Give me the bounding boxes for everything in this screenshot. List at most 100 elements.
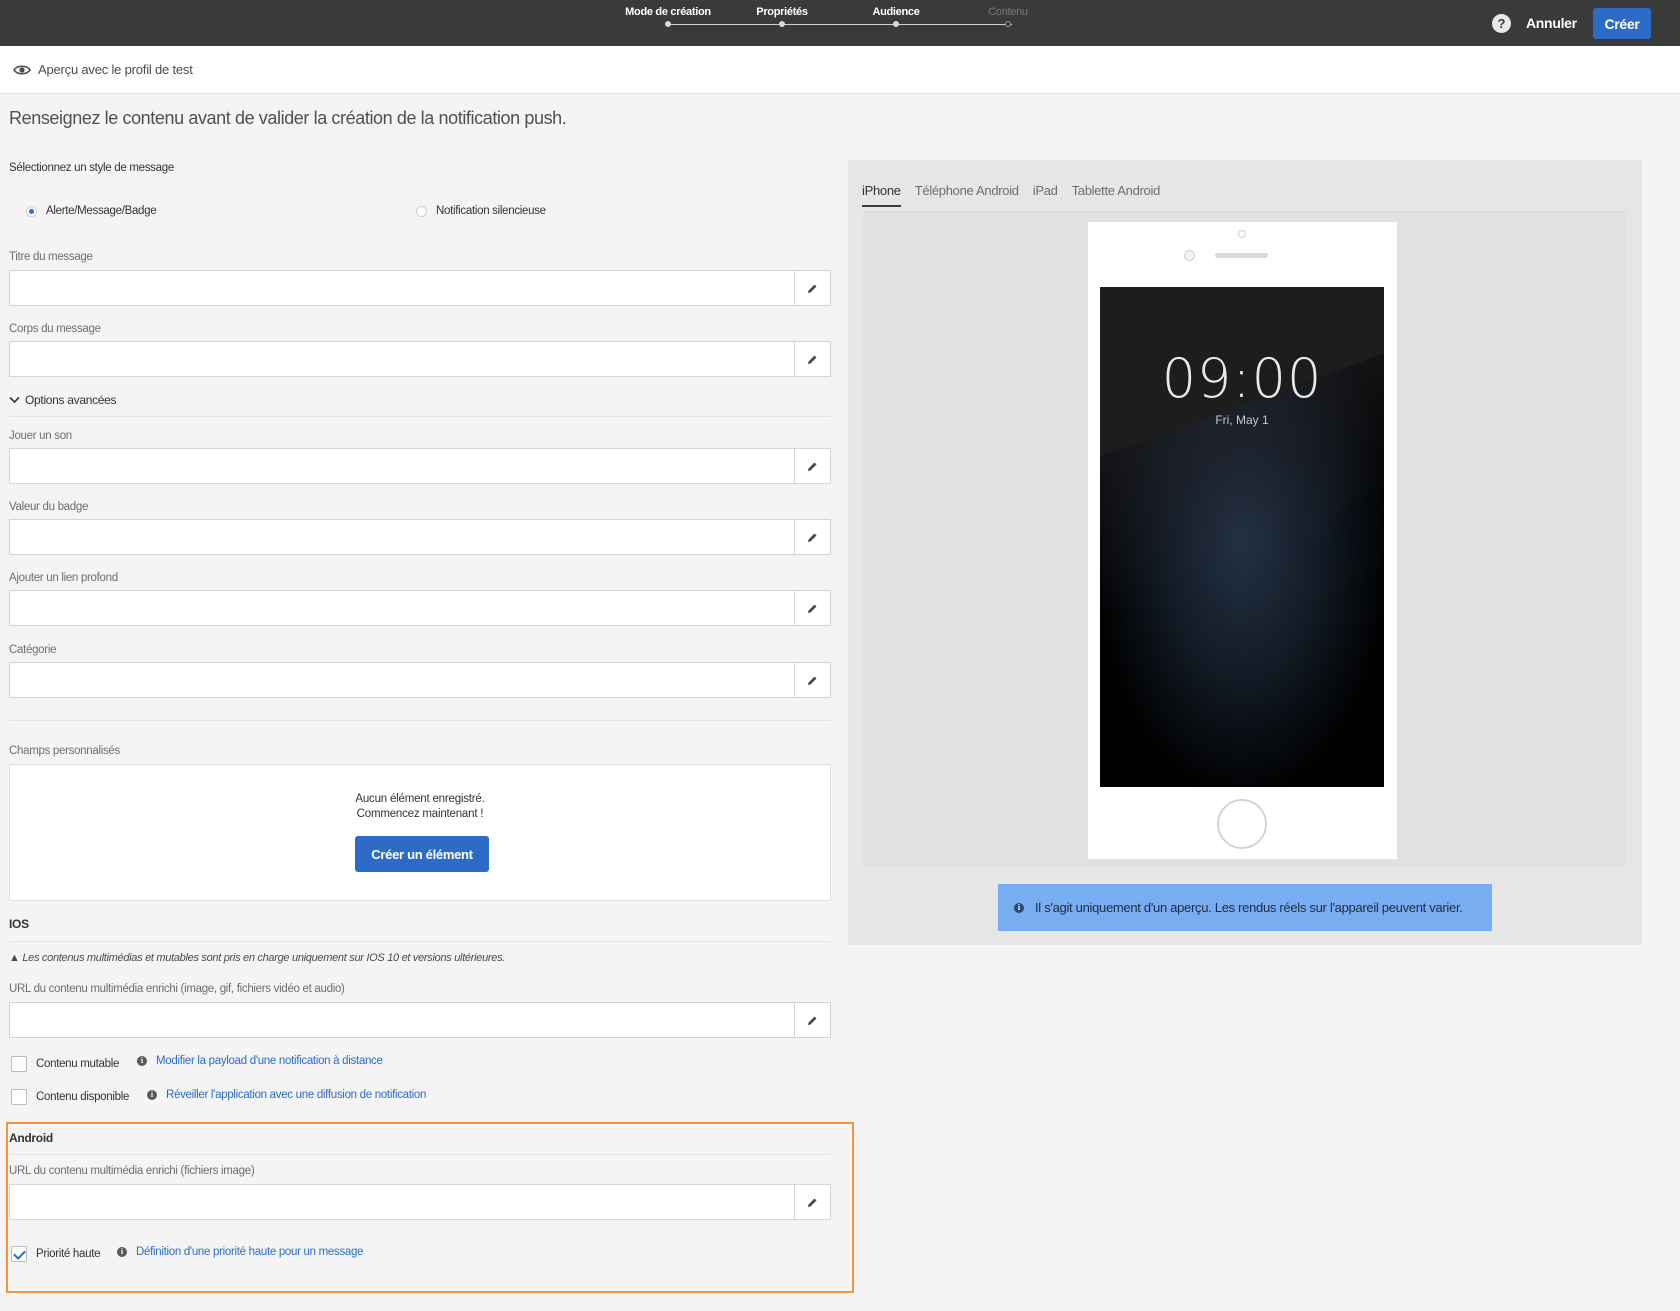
device-stage: 09:00 Fri, May 1 [863,211,1627,866]
mutable-content-link[interactable]: Modifier la payload d'une notification à… [156,1055,383,1067]
sound-label: Jouer un son [9,430,72,442]
edit-category-button[interactable] [794,663,830,697]
step-track [668,24,1012,25]
disclaimer-text: Il s'agit uniquement d'un aperçu. Les re… [1035,900,1463,915]
warning-icon: ▲ [9,952,23,964]
custom-fields-panel: Aucun élément enregistré. Commencez main… [9,764,831,901]
pencil-icon [808,676,817,685]
radio-button[interactable] [416,205,427,217]
step-indicator: Mode de création Propriétés Audience Con… [625,0,1028,46]
advanced-options-label: Options avancées [25,393,117,407]
mutable-content-help: i Modifier la payload d'une notification… [137,1055,383,1067]
title-input[interactable] [10,271,795,305]
iphone-mockup: 09:00 Fri, May 1 [1088,222,1397,859]
mutable-content-label: Contenu mutable [36,1058,120,1070]
badge-input[interactable] [10,520,795,554]
category-label: Catégorie [9,644,57,656]
available-content-help: i Réveiller l'application avec une diffu… [147,1089,426,1101]
create-button[interactable]: Créer [1593,8,1651,39]
android-media-input[interactable] [10,1185,795,1219]
cancel-button[interactable]: Annuler [1522,13,1581,33]
preview-disclaimer: i Il s'agit uniquement d'un aperçu. Les … [998,884,1492,931]
deeplink-label: Ajouter un lien profond [9,572,118,584]
step-label: Propriétés [756,6,808,18]
high-priority-link[interactable]: Définition d'une priorité haute pour un … [136,1246,364,1258]
body-field [9,341,831,377]
tab-ipad[interactable]: iPad [1033,183,1058,207]
high-priority-checkbox-row[interactable]: Priorité haute [11,1246,101,1262]
divider [9,941,831,942]
pencil-icon [808,355,817,364]
pencil-icon [808,284,817,293]
high-priority-label: Priorité haute [36,1248,101,1260]
radio-button[interactable] [26,205,37,217]
preview-with-test-profile[interactable]: Aperçu avec le profil de test [0,46,1680,94]
high-priority-help: i Définition d'une priorité haute pour u… [117,1246,364,1258]
edit-badge-button[interactable] [794,520,830,554]
ios-media-input[interactable] [10,1003,795,1037]
sound-field [9,448,831,484]
info-icon: i [117,1247,127,1257]
sound-input[interactable] [10,449,795,483]
category-input[interactable] [10,663,795,697]
top-bar: Mode de création Propriétés Audience Con… [0,0,1680,46]
info-icon: i [137,1056,147,1066]
edit-sound-button[interactable] [794,449,830,483]
mutable-content-checkbox[interactable] [11,1056,27,1072]
available-content-checkbox-row[interactable]: Contenu disponible [11,1089,129,1105]
ios-section-title: IOS [9,917,29,931]
ios-media-label: URL du contenu multimédia enrichi (image… [9,983,345,995]
deeplink-input[interactable] [10,591,795,625]
lock-screen-time: 09:00 [1161,347,1323,410]
tab-iphone[interactable]: iPhone [862,183,901,207]
preview-label: Aperçu avec le profil de test [38,62,193,77]
available-content-checkbox[interactable] [11,1089,27,1105]
step-dot [779,21,785,27]
step-dot [665,21,671,27]
proximity-sensor [1184,250,1195,261]
tab-android-tablet[interactable]: Tablette Android [1072,183,1161,207]
front-camera [1238,230,1246,238]
mutable-content-checkbox-row[interactable]: Contenu mutable [11,1056,119,1072]
radio-silent-notification[interactable]: Notification silencieuse [416,205,546,217]
ios-media-field [9,1002,831,1038]
pencil-icon [808,462,817,471]
step-label: Audience [872,6,920,18]
message-style-label: Sélectionnez un style de message [9,162,174,174]
speaker-grille [1215,253,1268,258]
step-label: Contenu [988,6,1028,18]
device-preview-panel: iPhone Téléphone Android iPad Tablette A… [848,160,1642,945]
edit-android-media-button[interactable] [794,1185,830,1219]
available-content-link[interactable]: Réveiller l'application avec une diffusi… [166,1089,426,1101]
edit-deeplink-button[interactable] [794,591,830,625]
edit-ios-media-button[interactable] [794,1003,830,1037]
category-field [9,662,831,698]
radio-label: Alerte/Message/Badge [46,205,157,217]
divider [9,416,831,417]
android-media-label: URL du contenu multimédia enrichi (fichi… [9,1165,255,1177]
body-input[interactable] [10,342,795,376]
help-icon[interactable]: ? [1492,14,1511,33]
divider [9,1154,831,1155]
info-icon: i [1014,902,1024,913]
badge-field [9,519,831,555]
deeplink-field [9,590,831,626]
step-dot [1005,21,1011,27]
tab-android-phone[interactable]: Téléphone Android [915,183,1019,207]
pencil-icon [808,1016,817,1025]
step-label: Mode de création [625,6,711,18]
advanced-options-toggle[interactable]: Options avancées [9,393,117,407]
empty-message-line1: Aucun élément enregistré. [355,793,485,805]
edit-body-button[interactable] [794,342,830,376]
pencil-icon [808,533,817,542]
custom-fields-label: Champs personnalisés [9,745,120,757]
radio-alert-message-badge[interactable]: Alerte/Message/Badge [26,205,157,217]
body-label: Corps du message [9,323,101,335]
ios-note: ▲ Les contenus multimédias et mutables s… [9,952,505,964]
empty-message-line2: Commencez maintenant ! [356,808,484,820]
pencil-icon [808,1198,817,1207]
create-element-button[interactable]: Créer un élément [355,836,489,872]
edit-title-button[interactable] [794,271,830,305]
radio-label: Notification silencieuse [436,205,546,217]
high-priority-checkbox[interactable] [11,1246,27,1262]
